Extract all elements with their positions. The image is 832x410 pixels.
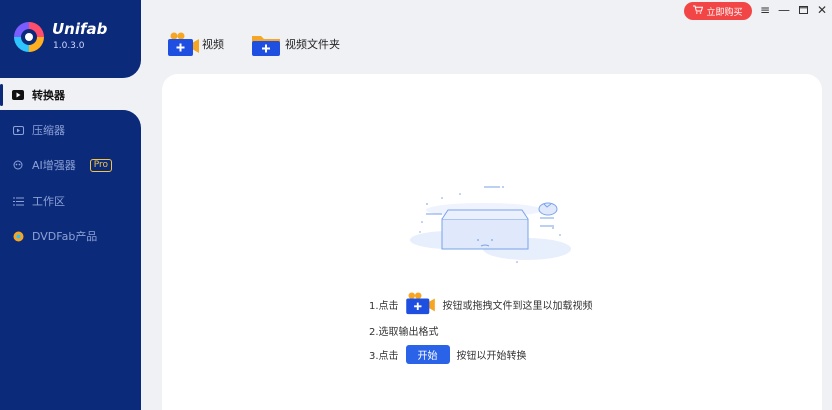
add-video-inline-icon[interactable] — [405, 292, 436, 316]
sidebar: Unifab 1.0.3.0 转换器 压缩器 AI增强器 Pro 工作区 DVD… — [0, 0, 141, 410]
step-1-suffix: 按钮或拖拽文件到这里以加载视频 — [442, 300, 593, 312]
sidebar-item-ai-enhancer[interactable]: AI增强器 Pro — [0, 150, 141, 180]
add-video-icon — [168, 32, 199, 56]
add-folder-button[interactable]: 视频文件夹 — [251, 31, 340, 57]
sidebar-item-compressor[interactable]: 压缩器 — [0, 115, 141, 145]
compress-icon — [12, 125, 24, 135]
nav-active-wrap: 转换器 — [0, 80, 141, 110]
nav-list: 压缩器 AI增强器 Pro 工作区 DVDFab产品 — [0, 110, 141, 410]
sidebar-item-label: AI增强器 — [32, 159, 76, 172]
close-icon[interactable]: ✕ — [815, 2, 829, 18]
play-icon — [12, 90, 24, 100]
step-2-text: 2.选取输出格式 — [369, 327, 439, 338]
minimize-icon[interactable]: — — [777, 2, 791, 18]
add-folder-label: 视频文件夹 — [285, 38, 340, 51]
brand-header: Unifab 1.0.3.0 — [0, 0, 141, 78]
maximize-icon[interactable] — [796, 2, 810, 18]
menu-icon[interactable]: ≡ — [758, 2, 772, 18]
sidebar-item-label: 压缩器 — [32, 124, 65, 137]
cart-icon — [693, 5, 704, 17]
add-video-button[interactable]: 视频 — [168, 31, 224, 57]
step-1-prefix: 1.点击 — [369, 300, 399, 312]
empty-box-illustration — [410, 186, 571, 263]
ai-icon — [12, 160, 24, 170]
sidebar-item-label: 工作区 — [32, 195, 65, 208]
drop-zone[interactable]: 1.点击 按钮或拖拽文件到这里以加载视频 2.选取输出格式 3.点击 开始 按钮… — [162, 74, 822, 410]
sidebar-item-converter[interactable]: 转换器 — [0, 80, 141, 110]
add-folder-icon — [251, 32, 280, 56]
sidebar-item-label: 转换器 — [32, 89, 65, 102]
buy-now-button[interactable]: 立即购买 — [684, 2, 752, 20]
step-3-prefix: 3.点击 — [369, 351, 399, 362]
step-3: 3.点击 开始 按钮以开始转换 — [369, 345, 527, 364]
step-1: 1.点击 按钮或拖拽文件到这里以加载视频 — [369, 292, 593, 316]
list-icon — [12, 196, 24, 206]
add-video-label: 视频 — [202, 38, 224, 51]
pro-badge: Pro — [89, 158, 113, 172]
sidebar-item-workspace[interactable]: 工作区 — [0, 186, 141, 216]
start-inline-button[interactable]: 开始 — [405, 345, 450, 364]
app-version: 1.0.3.0 — [53, 41, 85, 51]
step-2: 2.选取输出格式 — [369, 323, 439, 338]
app-name: Unifab — [52, 20, 108, 38]
buy-now-label: 立即购买 — [706, 7, 743, 18]
sidebar-item-label: DVDFab产品 — [32, 230, 98, 243]
sidebar-item-dvdfab[interactable]: DVDFab产品 — [0, 221, 141, 251]
app-logo — [14, 22, 44, 52]
dvdfab-icon — [12, 231, 24, 241]
step-3-suffix: 按钮以开始转换 — [456, 351, 527, 362]
